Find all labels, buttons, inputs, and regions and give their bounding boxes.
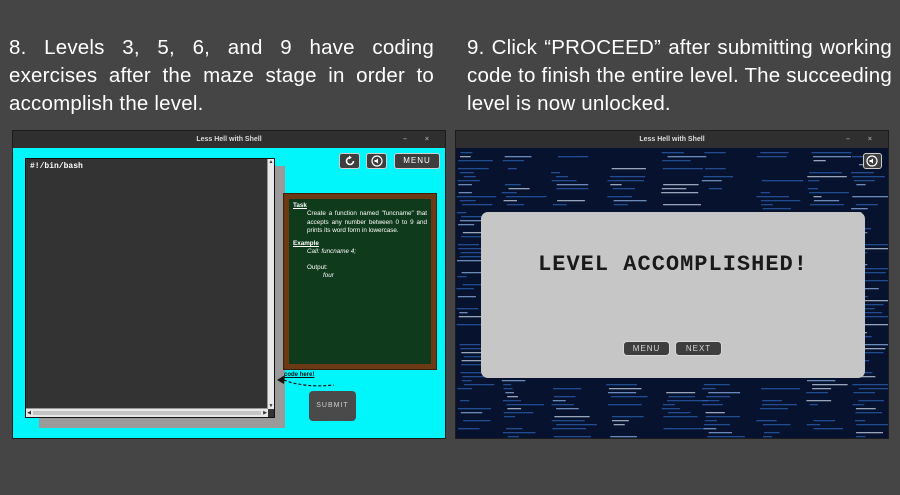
code-here-hint: code here! [284,372,315,378]
editor-shebang[interactable]: #!/bin/bash [30,162,83,171]
scroll-right-icon[interactable]: ▶ [262,409,268,417]
task-heading: Task [293,202,307,209]
sound-button[interactable] [366,153,387,169]
next-button[interactable]: NEXT [675,341,722,356]
scroll-up-icon[interactable]: ▲ [268,159,274,165]
vertical-scrollbar[interactable]: ▲ ▼ [267,159,274,409]
restart-icon [345,155,354,166]
game-window-coding: Less Hell with Shell – × #!/bin/bash ▲ ▼… [13,131,445,438]
window-titlebar: Less Hell with Shell – × [456,131,888,148]
task-board-content: Task Create a function named "funcname" … [289,199,431,364]
game-window-complete: Less Hell with Shell – × LEVEL ACCOMPLIS… [456,131,888,438]
sound-icon [370,155,383,167]
window-title: Less Hell with Shell [639,136,705,143]
window-titlebar: Less Hell with Shell – × [13,131,445,148]
level-complete-screen: LEVEL ACCOMPLISHED! MENU NEXT [456,148,888,438]
window-title: Less Hell with Shell [196,136,262,143]
example-heading: Example [293,240,319,248]
window-controls[interactable]: – × [403,131,437,148]
menu-button[interactable]: MENU [623,341,670,356]
sound-button[interactable] [863,153,882,169]
scroll-left-icon[interactable]: ◀ [26,409,32,417]
right-instruction-caption: 9. Click “PROCEED” after submitting work… [467,36,892,115]
sound-icon [866,155,878,167]
level-accomplished-title: LEVEL ACCOMPLISHED! [538,252,808,277]
menu-button[interactable]: MENU [394,153,440,169]
coding-stage: #!/bin/bash ▲ ▼ ◀ ▶ MENU Task Create a f… [13,148,445,438]
level-accomplished-dialog: LEVEL ACCOMPLISHED! MENU NEXT [481,212,865,378]
scroll-thumb[interactable] [33,411,261,415]
horizontal-scrollbar[interactable]: ◀ ▶ [26,408,268,417]
window-controls[interactable]: – × [846,131,880,148]
task-chalkboard: Task Create a function named "funcname" … [283,193,437,370]
example-output-value: four [323,272,334,280]
left-instruction-caption: 8. Levels 3, 5, 6, and 9 have coding exe… [9,36,434,115]
task-description: Create a function named "funcname" that … [307,210,427,234]
restart-button[interactable] [339,153,360,169]
example-call: Call: funcname 4; [307,248,357,256]
example-output-label: Output: [307,263,328,271]
scroll-down-icon[interactable]: ▼ [268,403,274,409]
submit-button[interactable]: SUBMIT [309,391,356,421]
code-editor[interactable]: #!/bin/bash ▲ ▼ ◀ ▶ [25,158,275,418]
